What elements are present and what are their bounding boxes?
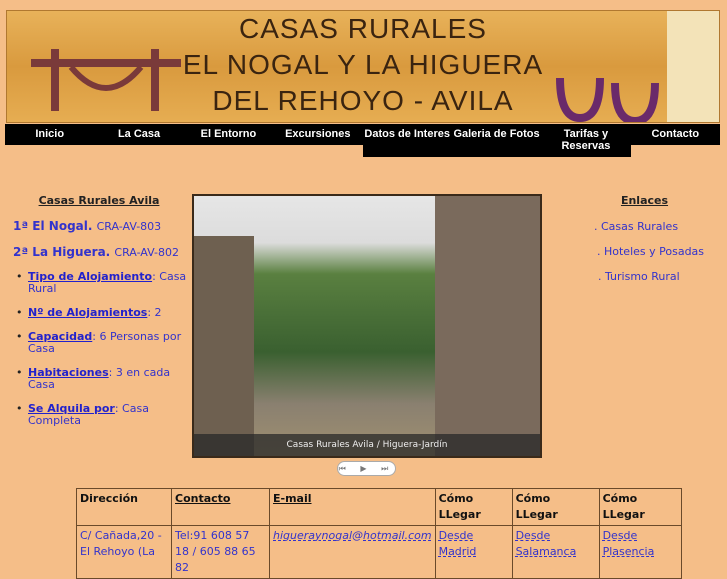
nav-la-casa[interactable]: La Casa <box>94 124 183 145</box>
nav-datos-de-interes[interactable]: Datos de Interes <box>362 124 452 157</box>
nav-contacto[interactable]: Contacto <box>631 124 720 145</box>
banner-line-2: EL NOGAL Y LA HIGUERA <box>182 49 544 80</box>
links-title: Enlaces <box>620 194 669 207</box>
email-link[interactable]: higueraynogal@hotmail.com <box>273 529 432 542</box>
list-item: Habitaciones: 3 en cada Casa <box>14 367 188 391</box>
list-item: Capacidad: 6 Personas por Casa <box>14 331 188 355</box>
col-como-llegar: Cómo LLegar <box>598 488 682 526</box>
link-casas-rurales[interactable]: . Casas Rurales <box>594 220 727 233</box>
list-item: Se Alquila por: Casa Completa <box>14 403 188 427</box>
contact-table: Dirección Contacto E-mail Cómo LLegar Có… <box>76 488 682 579</box>
list-item: Nº de Alojamientos: 2 <box>14 306 188 320</box>
nav-tarifas-y-reservas[interactable]: Tarifas y Reservas <box>541 124 631 157</box>
link-hoteles-posadas[interactable]: . Hoteles y Posadas <box>597 245 727 258</box>
stone-house <box>435 196 540 456</box>
info-value: : 2 <box>147 306 162 319</box>
banner-line-1: CASAS RURALES <box>239 13 487 44</box>
route-salamanca-link[interactable]: Desde Salamanca <box>516 529 577 558</box>
house-name: 1ª El Nogal. <box>13 219 93 233</box>
nav-galeria-de-fotos[interactable]: Galeria de Fotos <box>451 124 542 157</box>
slideshow-photo[interactable]: Casas Rurales Avila / Higuera-Jardín <box>192 194 542 458</box>
route-cell: Desde Salamanca <box>511 525 600 579</box>
col-direccion: Dirección <box>76 488 172 526</box>
col-como-llegar: Cómo LLegar <box>511 488 600 526</box>
left-sidebar: Casas Rurales Avila 1ª El Nogal. CRA-AV-… <box>10 194 188 439</box>
slideshow-caption: Casas Rurales Avila / Higuera-Jardín <box>194 434 540 456</box>
house-name: 2ª La Higuera. <box>13 245 111 259</box>
house-code: CRA-AV-802 <box>114 246 179 259</box>
stone-wall <box>194 236 254 456</box>
list-item: Tipo de Alojamiento: Casa Rural <box>14 271 188 295</box>
col-contacto[interactable]: Contacto <box>171 488 270 526</box>
slideshow-controls[interactable]: ⏮ ▶ ⏭ <box>337 461 396 476</box>
nav-excursiones[interactable]: Excursiones <box>273 124 362 145</box>
col-email[interactable]: E-mail <box>269 488 436 526</box>
address-cell: C/ Cañada,20 - El Rehoyo (La <box>76 525 172 579</box>
route-madrid-link[interactable]: Desde Madrid <box>439 529 477 558</box>
col-como-llegar: Cómo LLegar <box>434 488 513 526</box>
nav-inicio[interactable]: Inicio <box>5 124 94 145</box>
main-nav: Inicio La Casa El Entorno Excursiones Da… <box>5 124 720 157</box>
links-sidebar: Enlaces . Casas Rurales . Hoteles y Posa… <box>580 194 727 295</box>
table-row: C/ Cañada,20 - El Rehoyo (La Tel:91 608 … <box>76 525 682 579</box>
table-header: Dirección Contacto E-mail Cómo LLegar Có… <box>76 488 682 526</box>
email-cell: higueraynogal@hotmail.com <box>269 525 436 579</box>
house-code: CRA-AV-803 <box>96 220 162 233</box>
route-plasencia-link[interactable]: Desde Plasencia <box>603 529 655 558</box>
route-cell: Desde Plasencia <box>598 525 682 579</box>
house-2: 2ª La Higuera. CRA-AV-802 <box>13 245 188 259</box>
header-banner: CASAS RURALES EL NOGAL Y LA HIGUERA DEL … <box>6 10 720 123</box>
info-link[interactable]: Nº de Alojamientos <box>28 306 147 319</box>
house-1: 1ª El Nogal. CRA-AV-803 <box>13 219 188 233</box>
link-turismo-rural[interactable]: . Turismo Rural <box>598 270 727 283</box>
nav-el-entorno[interactable]: El Entorno <box>184 124 273 145</box>
sidebar-title: Casas Rurales Avila <box>38 194 160 207</box>
phone-cell: Tel:91 608 57 18 / 605 88 65 82 <box>171 525 270 579</box>
banner-line-3: DEL REHOYO - AVILA <box>212 85 514 116</box>
route-cell: Desde Madrid <box>434 525 513 579</box>
